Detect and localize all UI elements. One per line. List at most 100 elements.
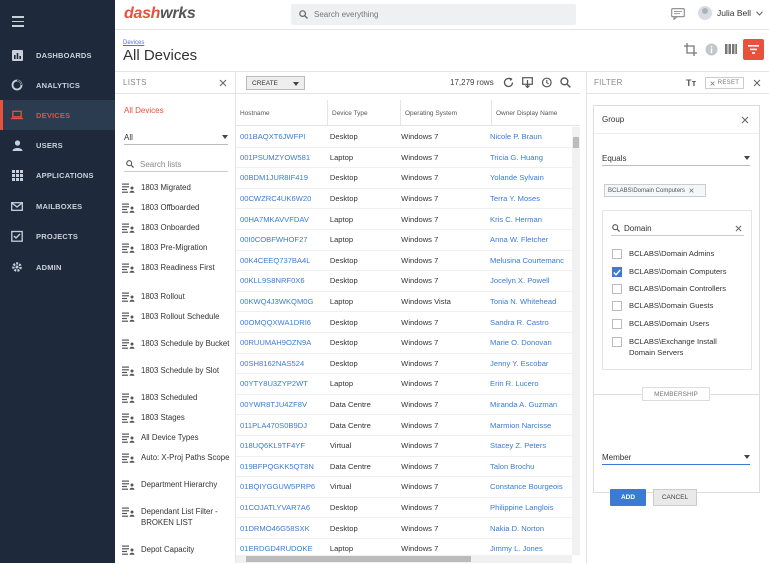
checkbox[interactable] [612,284,622,294]
table-row[interactable]: 001BAQXT6JWFPI Desktop Windows 7 Nicole P. … [236,127,572,148]
owner-cell[interactable]: Sandra R. Castro [486,318,572,327]
column-header-owner-display-name[interactable]: Owner Display Name [492,100,580,126]
close-icon[interactable] [735,225,742,232]
owner-cell[interactable]: Talon Brochu [486,462,572,471]
table-row[interactable]: 01COJATLYVAR7A6 Desktop Windows 7 Philippin… [236,498,572,519]
table-row[interactable]: 00KWQ4J3WKQM0G Laptop Windows Vista Tonia N… [236,292,572,313]
checkbox[interactable] [612,301,622,311]
nav-applications[interactable]: APPLICATIONS [0,160,115,190]
checkbox[interactable] [612,337,622,347]
hostname-cell[interactable]: 00YWR8TJU4ZF8V [236,400,326,409]
owner-cell[interactable]: Jenny Y. Escobar [486,359,572,368]
vertical-scrollbar[interactable] [572,127,580,555]
cancel-button[interactable]: CANCEL [653,489,697,506]
horizontal-scrollbar[interactable] [236,555,572,563]
filter-option[interactable]: BCLABS\Domain Guests [612,301,742,312]
close-icon[interactable] [689,188,694,193]
search-input[interactable]: Search everything [314,10,378,19]
search-icon[interactable] [560,77,571,90]
list-item[interactable]: Auto: X-Proj Paths Scope [122,453,234,480]
owner-cell[interactable]: Tonia N. Whitehead [486,297,572,306]
owner-cell[interactable]: Philippine Langlois [486,503,572,512]
hostname-cell[interactable]: 00K4CEEQ737BA4L [236,256,326,265]
user-menu[interactable]: Julia Bell [698,6,763,20]
refresh-icon[interactable] [503,77,514,90]
text-size-icon[interactable]: Tт [686,78,697,88]
table-row[interactable]: 01DRMO46G58SXK Desktop Windows 7 Nakia D. N… [236,518,572,539]
table-row[interactable]: 019BFPQGKK5QT8N Data Centre Windows 7 Talon… [236,457,572,478]
close-icon[interactable] [753,79,761,87]
reset-button[interactable]: RESET [705,77,744,89]
list-item[interactable]: 1803 Schedule by Slot [122,366,234,393]
create-button[interactable]: CREATE [246,76,305,90]
filter-toggle-button[interactable] [743,39,764,60]
table-row[interactable]: 00KLL9S8NRF0X6 Desktop Windows 7 Jocelyn X.… [236,271,572,292]
owner-cell[interactable]: Melusina Courtemanc [486,256,572,265]
table-row[interactable]: 00CWZRC4UK6W20 Desktop Windows 7 Terra Y. M… [236,189,572,210]
list-item[interactable]: 1803 Onboarded [122,223,234,243]
table-row[interactable]: 01ERDGD4RUDOKE Laptop Windows 7 Jimmy L. Jo… [236,539,572,555]
hostname-cell[interactable]: 00OMQQXWA1DRI6 [236,318,326,327]
list-item[interactable]: 1803 Readiness First [122,263,234,292]
list-item[interactable]: 1803 Stages [122,413,234,433]
scrollbar-thumb[interactable] [573,137,579,148]
table-row[interactable]: 00RUUMAH9OZN9A Desktop Windows 7 Marie O. D… [236,333,572,354]
filter-option[interactable]: BCLABS\Exchange Install Domain Servers [612,337,742,358]
operator-select[interactable]: Equals [602,151,750,166]
nav-dashboards[interactable]: DASHBOARDS [0,40,115,70]
hamburger-menu-icon[interactable] [12,16,24,27]
owner-cell[interactable]: Terra Y. Moses [486,194,572,203]
table-row[interactable]: 011PLA470S0B9DJ Data Centre Windows 7 Marmi… [236,415,572,436]
table-row[interactable]: 00BDM1JUR8IF419 Desktop Windows 7 Yolande S… [236,168,572,189]
column-header-hostname[interactable]: Hostname [236,100,328,126]
table-row[interactable]: 00OMQQXWA1DRI6 Desktop Windows 7 Sandra R. … [236,312,572,333]
lists-search-input[interactable]: Search lists [140,160,181,169]
list-item[interactable]: Department Hierarchy [122,480,234,507]
list-item[interactable]: 1803 Pre-Migration [122,243,234,263]
table-row[interactable]: 00HA7MKAVVFDAV Laptop Windows 7 Kris C. Her… [236,209,572,230]
hostname-cell[interactable]: 00YTY8U3ZYP2WT [236,379,326,388]
checkbox[interactable] [612,319,622,329]
global-search[interactable]: Search everything [291,4,576,25]
hostname-cell[interactable]: 00I0COBFWHOF27 [236,235,326,244]
owner-cell[interactable]: Constance Bourgeois [486,482,572,491]
owner-cell[interactable]: Tricia G. Huang [486,153,572,162]
owner-cell[interactable]: Stacey Z. Peters [486,441,572,450]
crop-icon[interactable] [684,43,697,58]
history-icon[interactable] [541,77,552,90]
hostname-cell[interactable]: 01DRMO46G58SXK [236,524,326,533]
nav-mailboxes[interactable]: MAILBOXES [0,191,115,221]
owner-cell[interactable]: Kris C. Herman [486,215,572,224]
scrollbar-thumb[interactable] [246,556,471,562]
close-icon[interactable] [219,79,227,87]
owner-cell[interactable]: Miranda A. Guzman [486,400,572,409]
filter-option[interactable]: BCLABS\Domain Controllers [612,284,742,295]
lists-filter-select[interactable]: All [124,130,228,145]
filter-option[interactable]: BCLABS\Domain Computers [612,267,742,278]
owner-cell[interactable]: Erin R. Lucero [486,379,572,388]
table-row[interactable]: 00YTY8U3ZYP2WT Laptop Windows 7 Erin R. Luc… [236,374,572,395]
hostname-cell[interactable]: 01BQIYGGUW5PRP6 [236,482,326,491]
membership-select[interactable]: Member [602,450,750,465]
checkbox[interactable] [612,267,622,277]
nav-analytics[interactable]: ANALYTICS [0,70,115,100]
hostname-cell[interactable]: 019BFPQGKK5QT8N [236,462,326,471]
info-icon[interactable] [705,43,718,58]
owner-cell[interactable]: Anna W. Fletcher [486,235,572,244]
chat-icon[interactable] [671,8,685,22]
owner-cell[interactable]: Marie O. Donovan [486,338,572,347]
add-button[interactable]: ADD [610,489,646,506]
list-item[interactable]: 1803 Migrated [122,183,234,203]
list-item[interactable]: Depot Capacity [122,545,234,565]
hostname-cell[interactable]: 00BDM1JUR8IF419 [236,173,326,182]
breadcrumb[interactable]: Devices [123,40,144,46]
owner-cell[interactable]: Marmion Narcisse [486,421,572,430]
nav-devices[interactable]: DEVICES [0,100,115,130]
table-row[interactable]: 018UQ6KL9TF4YF Virtual Windows 7 Stacey Z. … [236,436,572,457]
list-item[interactable]: 1803 Scheduled [122,393,234,413]
owner-cell[interactable]: Nicole P. Braun [486,132,572,141]
owner-cell[interactable]: Nakia D. Norton [486,524,572,533]
nav-users[interactable]: USERS [0,130,115,160]
list-item[interactable]: 1803 Schedule by Bucket [122,339,234,366]
hostname-cell[interactable]: 00KLL9S8NRF0X6 [236,276,326,285]
